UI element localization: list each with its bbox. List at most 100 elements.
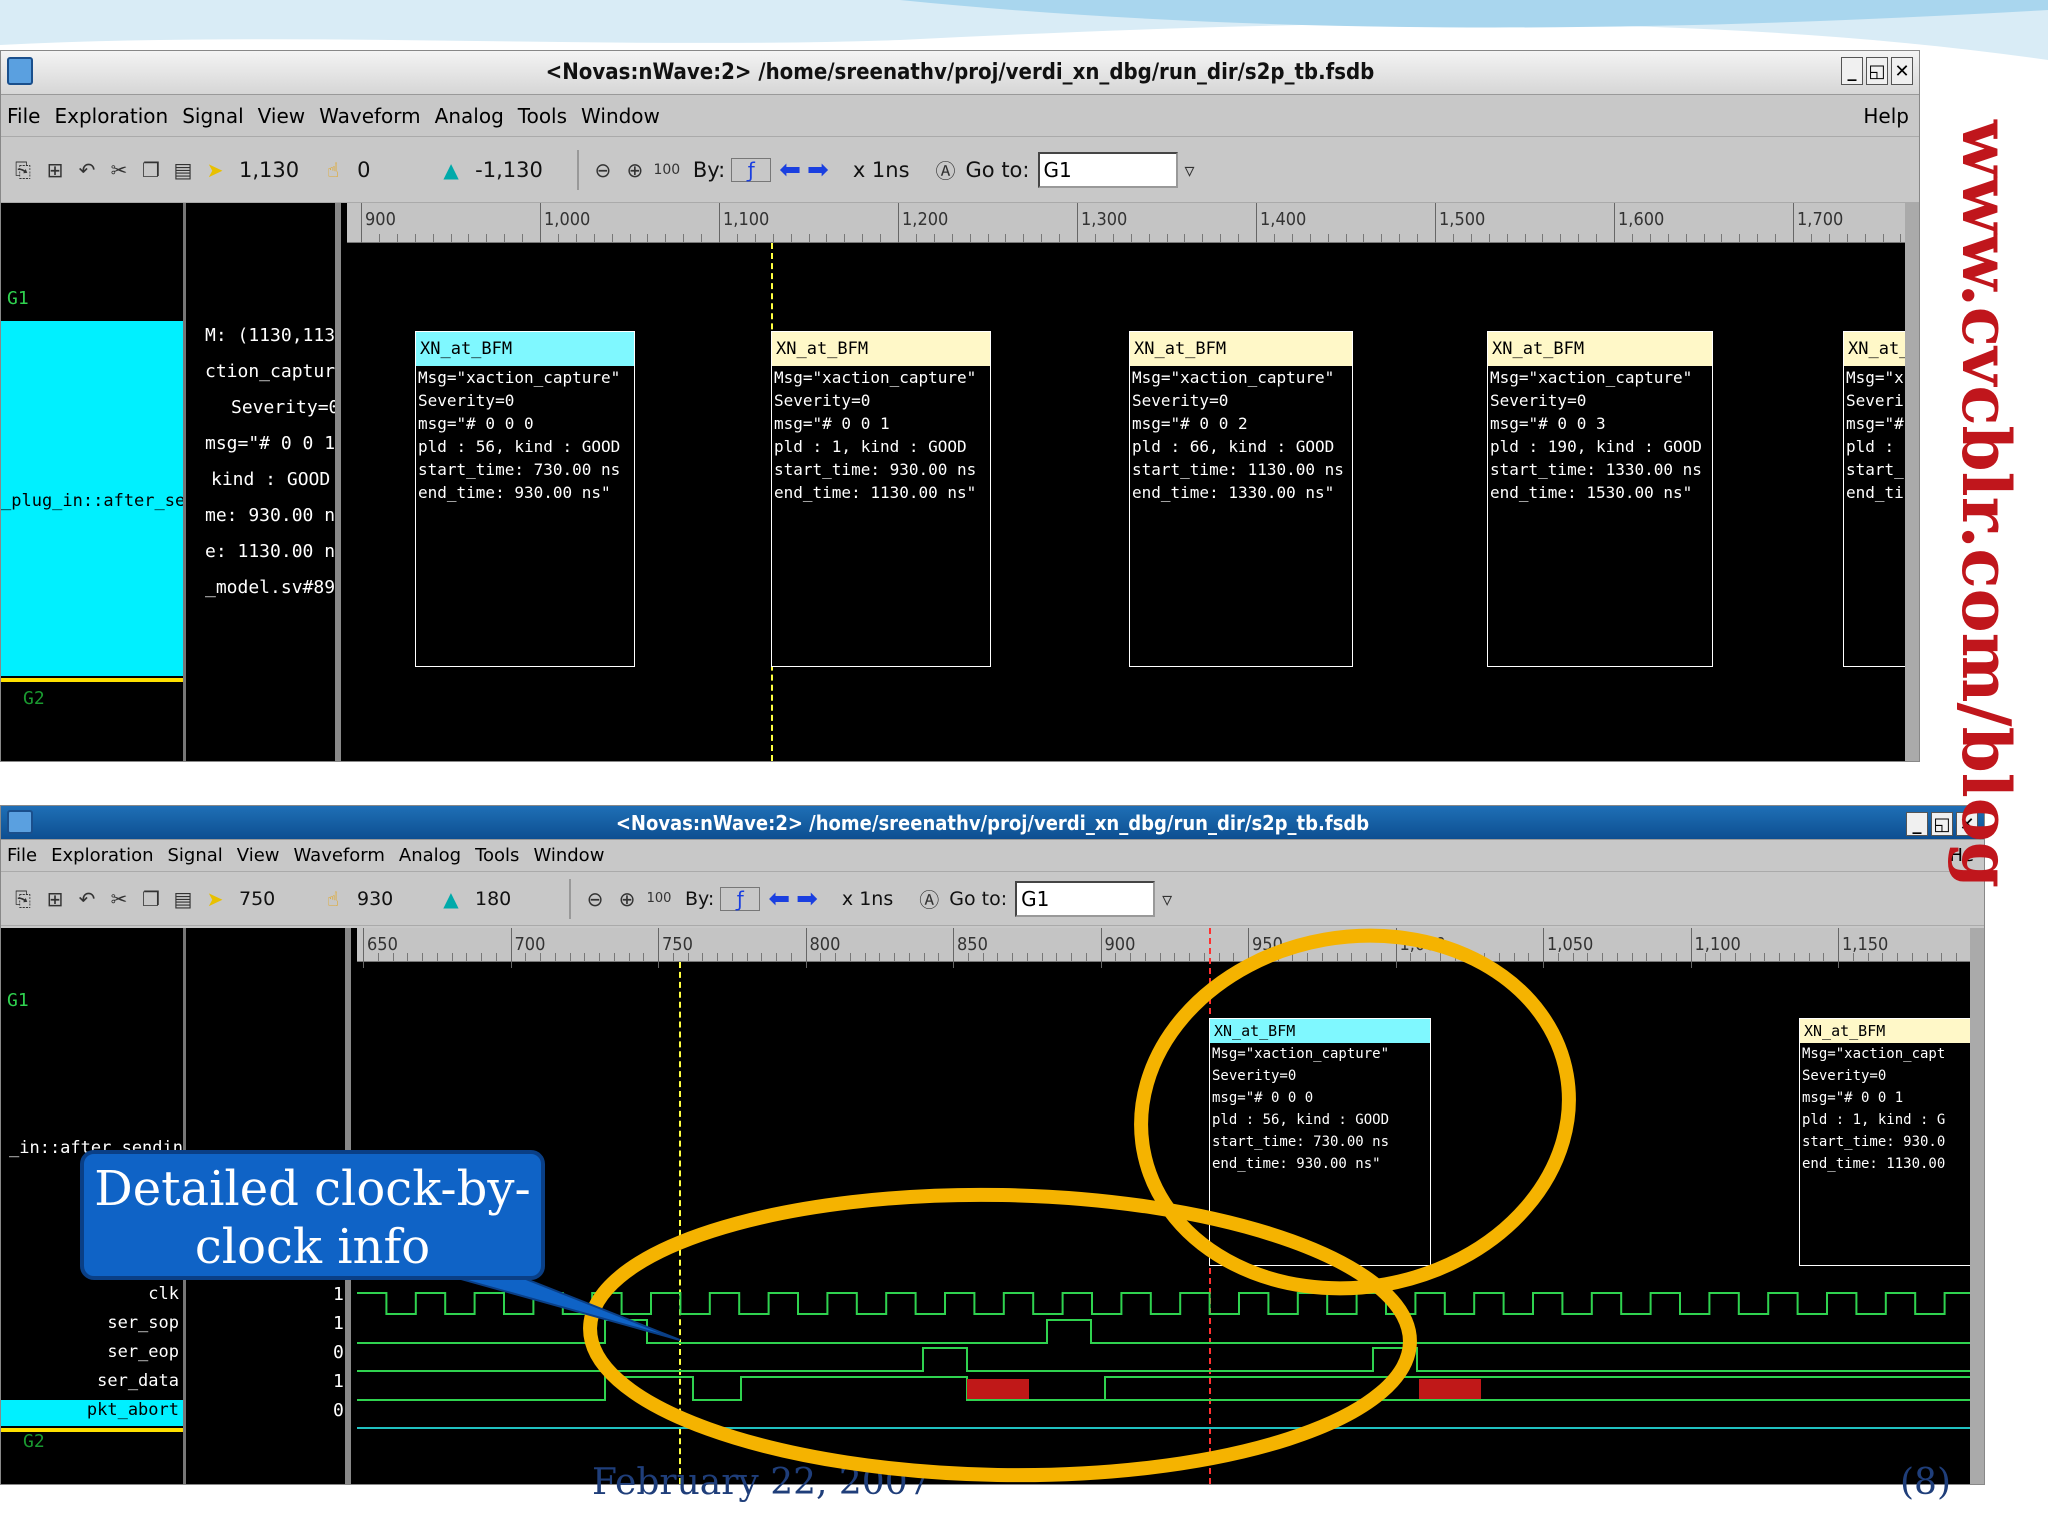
goto-dropdown-icon[interactable]: ▿	[1178, 158, 1202, 182]
signal-ser-sop[interactable]: ser_sop	[107, 1313, 179, 1333]
app-icon[interactable]	[7, 57, 33, 85]
split-icon[interactable]: ⊞	[43, 158, 67, 182]
ruler-minor-tick	[1864, 234, 1866, 242]
value-line: kind : GOOD	[211, 469, 331, 490]
message-signal-name[interactable]: _plug_in::after_sen	[1, 491, 183, 511]
group-g2[interactable]: G2	[23, 688, 45, 709]
zoom-in-icon[interactable]: ⊕	[615, 887, 639, 911]
cursor-icon[interactable]: ➤	[203, 158, 227, 182]
ruler-minor-tick	[1488, 234, 1490, 242]
marker-icon[interactable]: ☝	[321, 887, 345, 911]
menu-signal[interactable]: Signal	[168, 845, 223, 866]
goto-label: Go to:	[965, 157, 1030, 182]
prev-arrow-icon[interactable]: ⬅	[768, 884, 790, 914]
goto-input[interactable]	[1037, 151, 1178, 188]
menu-view[interactable]: View	[237, 845, 280, 866]
transaction-title: XN_at_BFM	[772, 332, 990, 366]
ruler-minor-tick	[1059, 234, 1061, 242]
transaction-box[interactable]: XN_at_BFM Msg="xaction_capture" Severity…	[771, 331, 991, 667]
menu-bar: File Exploration Signal View Waveform An…	[1, 840, 1984, 872]
undo-icon[interactable]: ↶	[75, 887, 99, 911]
menu-window[interactable]: Window	[581, 104, 660, 128]
signal-ser-data[interactable]: ser_data	[97, 1371, 179, 1391]
group-divider	[1, 678, 183, 682]
find-icon[interactable]: Ⓐ	[917, 887, 941, 912]
copy-icon[interactable]: ❐	[139, 887, 163, 911]
menu-waveform[interactable]: Waveform	[319, 104, 421, 128]
group-g1[interactable]: G1	[7, 288, 29, 309]
menu-waveform[interactable]: Waveform	[294, 845, 385, 866]
edge-select-icon[interactable]: ƒ	[731, 157, 772, 182]
goto-dropdown-icon[interactable]: ▿	[1155, 887, 1179, 911]
copy-icon[interactable]: ❐	[139, 158, 163, 182]
ruler-minor-tick	[522, 234, 524, 242]
goto-label: Go to:	[949, 887, 1008, 910]
paste-icon[interactable]: ▤	[171, 887, 195, 911]
ruler-minor-tick	[1810, 234, 1812, 242]
group-g2[interactable]: G2	[23, 1431, 45, 1452]
undo-icon[interactable]: ↶	[75, 158, 99, 182]
find-icon[interactable]: Ⓐ	[934, 158, 958, 183]
next-arrow-icon[interactable]: ➡	[796, 884, 818, 914]
close-button[interactable]: ✕	[1891, 57, 1913, 85]
transaction-line: pld : 66, kind : GOOD	[1132, 437, 1335, 456]
minimize-button[interactable]: _	[1906, 812, 1928, 836]
ruler-minor-tick	[1596, 234, 1598, 242]
vertical-scrollbar[interactable]	[1970, 928, 1984, 1484]
signal-name-pane[interactable]: G1 _plug_in::after_sen G2	[1, 203, 186, 761]
menu-exploration[interactable]: Exploration	[54, 104, 168, 128]
cut-icon[interactable]: ✂	[107, 158, 131, 182]
split-icon[interactable]: ⊞	[43, 887, 67, 911]
marker-time: 930	[357, 887, 394, 910]
ruler-minor-tick	[611, 234, 613, 242]
open-icon[interactable]: ⎘	[11, 887, 35, 911]
menu-exploration[interactable]: Exploration	[51, 845, 153, 866]
waveform-traces[interactable]	[357, 928, 1970, 1484]
zoom-out-icon[interactable]: ⊖	[591, 158, 615, 182]
menu-file[interactable]: File	[7, 104, 40, 128]
menu-tools[interactable]: Tools	[518, 104, 567, 128]
zoom-out-icon[interactable]: ⊖	[583, 887, 607, 911]
vertical-scrollbar[interactable]	[1905, 203, 1919, 761]
paste-icon[interactable]: ▤	[171, 158, 195, 182]
zoom-100-icon[interactable]: 100	[653, 158, 680, 182]
app-icon[interactable]	[7, 810, 33, 834]
minimize-button[interactable]: _	[1841, 57, 1863, 85]
cursor-icon[interactable]: ➤	[203, 887, 227, 911]
menu-tools[interactable]: Tools	[475, 845, 519, 866]
next-arrow-icon[interactable]: ➡	[807, 155, 829, 185]
signal-ser-eop[interactable]: ser_eop	[107, 1342, 179, 1362]
menu-analog[interactable]: Analog	[399, 845, 461, 866]
value-line: Severity=0	[231, 397, 340, 418]
ruler-minor-tick	[1023, 234, 1025, 242]
menu-signal[interactable]: Signal	[182, 104, 243, 128]
waveform-pane[interactable]: 650 700 750 800 850 900 950 1,000 1,050 1,100 1,15…	[357, 928, 1970, 1484]
zoom-100-icon[interactable]: 100	[647, 887, 672, 911]
transaction-box[interactable]: XN_at_ Msg="x Severi msg="# pld : start_…	[1843, 331, 1905, 667]
menu-file[interactable]: File	[7, 845, 37, 866]
menu-help[interactable]: Help	[1863, 104, 1909, 128]
group-g1[interactable]: G1	[7, 990, 29, 1011]
menu-window[interactable]: Window	[533, 845, 604, 866]
transaction-box[interactable]: XN_at_BFM Msg="xaction_capture" Severity…	[415, 331, 635, 667]
signal-clk[interactable]: clk	[148, 1284, 179, 1304]
ser-data-unknown-region	[1419, 1379, 1481, 1399]
open-icon[interactable]: ⎘	[11, 158, 35, 182]
transaction-box[interactable]: XN_at_BFM Msg="xaction_capture" Severity…	[1129, 331, 1353, 667]
cut-icon[interactable]: ✂	[107, 887, 131, 911]
marker-icon[interactable]: ☝	[321, 158, 345, 182]
waveform-pane[interactable]: 900 1,000 1,100 1,200 1,300 1,400 1,500 1,600 1,…	[347, 203, 1905, 761]
zoom-in-icon[interactable]: ⊕	[623, 158, 647, 182]
time-ruler[interactable]: 900 1,000 1,100 1,200 1,300 1,400 1,500 1,600 1,…	[347, 203, 1905, 243]
goto-input[interactable]	[1015, 880, 1156, 917]
menu-view[interactable]: View	[258, 104, 305, 128]
edge-select-icon[interactable]: ƒ	[720, 886, 761, 911]
signal-pkt-abort[interactable]: pkt_abort	[87, 1400, 179, 1420]
blog-url: www.cvcblr.com/blog	[1947, 120, 2025, 888]
prev-arrow-icon[interactable]: ⬅	[779, 155, 801, 185]
transaction-box[interactable]: XN_at_BFM Msg="xaction_capture" Severity…	[1487, 331, 1713, 667]
maximize-button[interactable]: ◱	[1866, 57, 1888, 85]
value-line: M: (1130,1130)	[205, 325, 336, 346]
ruler-minor-tick	[862, 234, 864, 242]
menu-analog[interactable]: Analog	[435, 104, 504, 128]
